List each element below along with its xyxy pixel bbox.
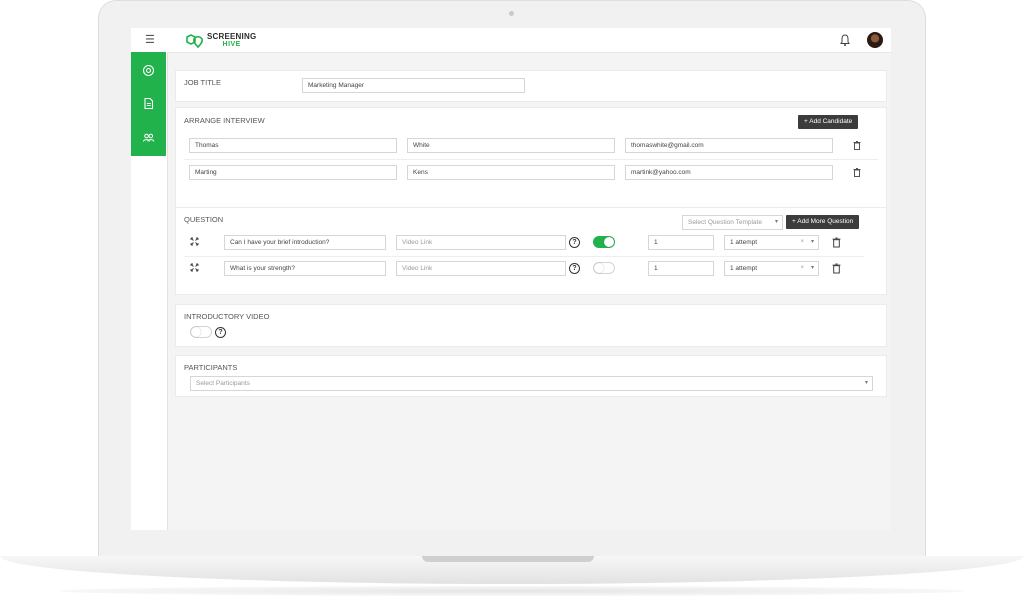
document-icon[interactable] — [142, 97, 155, 110]
candidate-email-input[interactable]: martink@yahoo.com — [625, 165, 833, 180]
question-card: QUESTION Select Question Template ▾ + Ad… — [175, 207, 887, 295]
video-link-input[interactable]: Video Link — [396, 235, 566, 250]
trash-icon[interactable] — [853, 168, 861, 177]
help-icon[interactable]: ? — [215, 327, 226, 338]
question-template-placeholder: Select Question Template — [688, 219, 762, 226]
hamburger-icon[interactable]: ☰ — [145, 34, 155, 46]
candidate-email-input[interactable]: thomaswhite@gmail.com — [625, 138, 833, 153]
chevron-down-icon: ▾ — [810, 265, 814, 271]
top-bar: ☰ SCREENING HIVE — [131, 28, 891, 53]
help-icon[interactable]: ? — [569, 237, 580, 248]
users-icon[interactable] — [142, 131, 155, 144]
job-title-card: JOB TITLE Marketing Manager — [175, 70, 887, 102]
laptop-notch — [422, 556, 594, 562]
participants-title: PARTICIPANTS — [184, 363, 238, 372]
video-link-input[interactable]: Video Link — [396, 261, 566, 276]
user-avatar[interactable] — [867, 32, 883, 48]
participants-select[interactable]: Select Participants ▾ — [190, 376, 873, 391]
question-count-input[interactable]: 1 — [648, 261, 714, 276]
sidebar — [131, 52, 168, 530]
logo[interactable]: SCREENING HIVE — [185, 31, 256, 51]
logo-hive-icon — [186, 34, 203, 49]
question-toggle[interactable] — [593, 262, 615, 274]
app-screen: ☰ SCREENING HIVE JOB TITLE Marketing Man… — [131, 28, 891, 530]
bell-icon[interactable] — [839, 33, 851, 47]
question-text-input[interactable]: Can I have your brief introduction? — [224, 235, 386, 250]
participants-card: PARTICIPANTS Select Participants ▾ — [175, 355, 887, 397]
add-more-question-button[interactable]: + Add More Question — [786, 215, 860, 229]
trash-icon[interactable] — [853, 141, 861, 150]
toggle-knob — [191, 327, 201, 337]
add-candidate-button[interactable]: + Add Candidate — [798, 115, 859, 129]
job-title-input[interactable]: Marketing Manager — [302, 78, 525, 93]
toggle-knob — [604, 237, 614, 247]
laptop-camera — [509, 11, 514, 16]
clear-icon[interactable]: × — [800, 236, 804, 249]
introductory-video-title: INTRODUCTORY VIDEO — [184, 312, 270, 321]
participants-placeholder: Select Participants — [196, 380, 250, 387]
chevron-down-icon: ▾ — [810, 239, 814, 245]
question-count-input[interactable]: 1 — [648, 235, 714, 250]
laptop-shadow — [60, 586, 964, 596]
attempt-value: 1 attempt — [730, 265, 758, 272]
attempt-value: 1 attempt — [730, 239, 758, 246]
row-divider — [184, 159, 878, 160]
arrange-interview-title: ARRANGE INTERVIEW — [184, 116, 265, 125]
job-title-label: JOB TITLE — [184, 78, 221, 87]
introductory-video-card: INTRODUCTORY VIDEO ? — [175, 304, 887, 347]
candidate-last-name-input[interactable]: White — [407, 138, 615, 153]
logo-line1: SCREENING — [207, 32, 257, 41]
trash-icon[interactable] — [832, 263, 841, 274]
chevron-down-icon: ▾ — [864, 380, 868, 386]
help-icon[interactable]: ? — [569, 263, 580, 274]
drag-handle-icon[interactable] — [190, 237, 199, 246]
toggle-knob — [594, 263, 604, 273]
question-text-input[interactable]: What is your strength? — [224, 261, 386, 276]
question-template-select[interactable]: Select Question Template ▾ — [682, 215, 783, 230]
trash-icon[interactable] — [832, 237, 841, 248]
logo-text: SCREENING HIVE — [207, 33, 256, 49]
row-divider — [184, 256, 864, 257]
candidate-last-name-input[interactable]: Kens — [407, 165, 615, 180]
question-toggle[interactable] — [593, 236, 615, 248]
chevron-down-icon: ▾ — [774, 219, 778, 225]
question-title: QUESTION — [184, 215, 224, 224]
intro-video-toggle[interactable] — [190, 326, 212, 338]
attempt-select[interactable]: 1 attempt × ▾ — [724, 261, 819, 276]
clear-icon[interactable]: × — [800, 262, 804, 275]
candidate-first-name-input[interactable]: Thomas — [189, 138, 397, 153]
dashboard-icon[interactable] — [142, 64, 155, 77]
drag-handle-icon[interactable] — [190, 263, 199, 272]
attempt-select[interactable]: 1 attempt × ▾ — [724, 235, 819, 250]
logo-line2: HIVE — [222, 41, 241, 48]
candidate-first-name-input[interactable]: Marting — [189, 165, 397, 180]
